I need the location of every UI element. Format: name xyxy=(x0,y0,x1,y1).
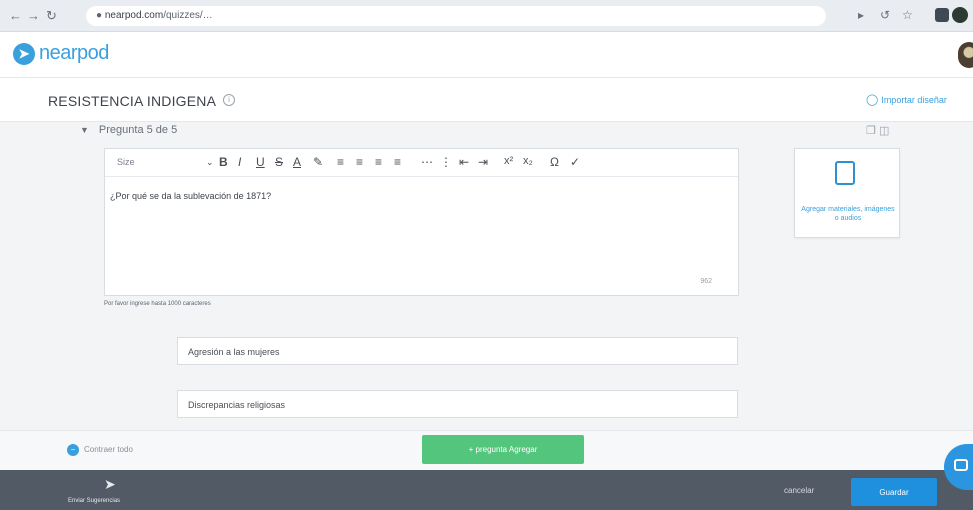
align-right-icon[interactable]: ≡ xyxy=(375,155,382,169)
send-icon[interactable]: ➤ xyxy=(104,476,116,493)
import-link[interactable]: ◯ Importar diseñar xyxy=(866,93,947,106)
cancel-button[interactable]: cancelar xyxy=(784,486,814,495)
add-media-button[interactable]: Agregar materiales, imágenes o audios xyxy=(794,148,900,238)
italic-icon[interactable]: I xyxy=(238,155,241,169)
import-label: Importar diseñar xyxy=(881,95,947,105)
text-color-icon[interactable]: A xyxy=(293,155,301,169)
answer-option-2[interactable]: Discrepancias religiosas xyxy=(177,390,738,418)
clear-format-icon[interactable]: ✓ xyxy=(570,155,580,169)
question-actions: ❐ ◫ xyxy=(866,124,889,137)
align-left-icon[interactable]: ≡ xyxy=(337,155,344,169)
profile-icon[interactable] xyxy=(952,7,968,23)
nearpod-logo-icon: ➤ xyxy=(13,43,35,65)
url-path: /quizzes/… xyxy=(163,10,213,21)
char-count: 962 xyxy=(700,278,712,285)
reload-icon[interactable]: ↻ xyxy=(46,8,57,24)
copy-icon[interactable]: ❐ xyxy=(866,125,876,137)
superscript-icon[interactable]: x² xyxy=(504,155,513,167)
collapse-all-link[interactable]: Contraer todo xyxy=(84,445,133,454)
font-size-chevron-icon[interactable]: ⌄ xyxy=(206,157,214,168)
answer-option-1[interactable]: Agresión a las mujeres xyxy=(177,337,738,365)
forward-arrow-icon[interactable]: → xyxy=(27,8,40,23)
highlight-icon[interactable]: ✎ xyxy=(313,155,323,169)
bold-icon[interactable]: B xyxy=(219,155,228,169)
delete-icon[interactable]: ◫ xyxy=(879,125,889,137)
editor-toolbar: Size ⌄ B I U S A ✎ ≡ ≡ ≡ ≡ ⋯ ⋮ ⇤ ⇥ x² x₂… xyxy=(105,149,738,177)
add-question-button[interactable]: + pregunta Agregar xyxy=(422,435,584,464)
logo-text: nearpod xyxy=(39,42,109,64)
tab-actions-icon[interactable]: ▸ xyxy=(858,8,864,22)
send-suggestions-link[interactable]: Enviar Sugerencias xyxy=(68,498,120,504)
browser-bar: ← → ↻ ● nearpod.com/quizzes/… ▸ ↺ ☆ xyxy=(0,0,973,32)
back-arrow-icon[interactable]: ← xyxy=(9,8,22,23)
media-upload-icon xyxy=(835,161,855,185)
bookmark-star-icon[interactable]: ☆ xyxy=(902,8,913,22)
info-icon[interactable]: i xyxy=(223,94,235,106)
bullet-list-icon[interactable]: ⋯ xyxy=(421,155,433,169)
share-icon[interactable]: ↺ xyxy=(880,8,890,22)
footer: ➤ Enviar Sugerencias cancelar Guardar xyxy=(0,470,973,510)
lock-icon: ● xyxy=(96,10,103,21)
underline-icon[interactable]: U xyxy=(256,155,265,169)
align-center-icon[interactable]: ≡ xyxy=(356,155,363,169)
question-number: Pregunta 5 de 5 xyxy=(98,124,178,136)
import-icon: ◯ xyxy=(866,94,879,106)
collapse-icon[interactable]: − xyxy=(67,444,79,456)
font-size-select[interactable]: Size xyxy=(117,157,135,167)
special-character-icon[interactable]: Ω xyxy=(550,155,559,169)
user-avatar[interactable] xyxy=(958,42,973,68)
outdent-icon[interactable]: ⇤ xyxy=(459,155,469,169)
lesson-title[interactable]: RESISTENCIA INDIGENA xyxy=(48,93,216,109)
indent-icon[interactable]: ⇥ xyxy=(478,155,488,169)
char-limit-hint: Por favor ingrese hasta 1000 caracteres xyxy=(104,301,211,307)
chevron-down-icon[interactable]: ▼ xyxy=(80,125,89,135)
extension-icon[interactable] xyxy=(935,8,949,22)
strikethrough-icon[interactable]: S xyxy=(275,155,283,169)
app-header: ➤ nearpod xyxy=(0,32,973,78)
add-media-label: Agregar materiales, imágenes o audios xyxy=(801,206,895,222)
title-bar: RESISTENCIA INDIGENA i ◯ Importar diseñar xyxy=(0,78,973,122)
numbered-list-icon[interactable]: ⋮ xyxy=(440,155,452,169)
url-host: nearpod.com xyxy=(104,10,164,21)
save-button[interactable]: Guardar xyxy=(851,478,937,506)
action-bar: − Contraer todo + pregunta Agregar xyxy=(0,430,973,470)
question-editor[interactable]: Size ⌄ B I U S A ✎ ≡ ≡ ≡ ≡ ⋯ ⋮ ⇤ ⇥ x² x₂… xyxy=(104,148,739,296)
subscript-icon[interactable]: x₂ xyxy=(523,155,533,167)
address-bar[interactable]: ● nearpod.com/quizzes/… xyxy=(86,6,826,26)
question-prompt[interactable]: ¿Por qué se da la sublevación de 1871? xyxy=(110,191,271,201)
align-justify-icon[interactable]: ≡ xyxy=(394,155,401,169)
question-header[interactable]: ▼ Pregunta 5 de 5 xyxy=(80,124,177,136)
